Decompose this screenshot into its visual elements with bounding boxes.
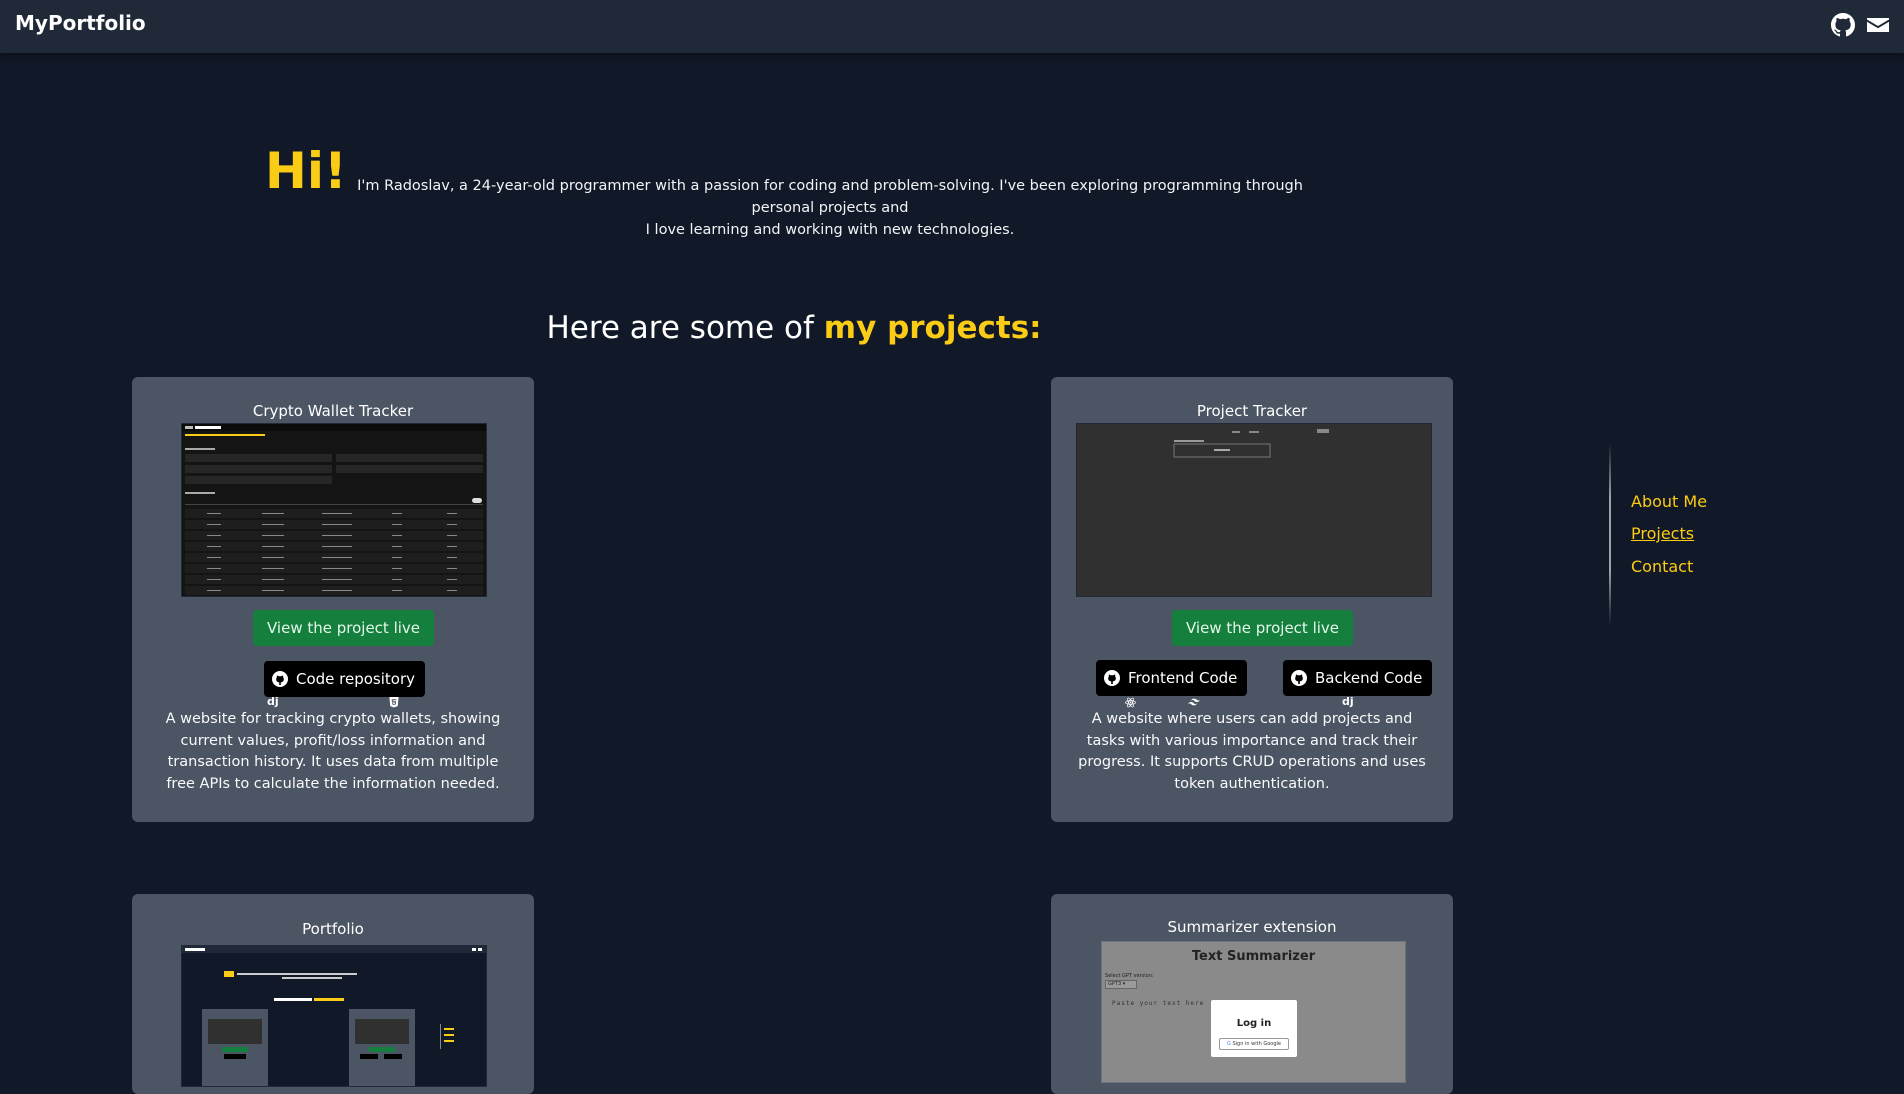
frontend-code-label: Frontend Code: [1128, 669, 1238, 687]
django-icon: dj: [267, 695, 279, 708]
nav-contact[interactable]: Contact: [1631, 557, 1693, 576]
crypto-preview-graphic: [182, 424, 486, 595]
github-icon: [272, 671, 288, 687]
summarizer-preview-heading: Text Summarizer: [1191, 949, 1316, 964]
html5-icon: [389, 697, 399, 708]
intro-text: I'm Radoslav, a 24-year-old programmer w…: [335, 175, 1325, 241]
backend-code-label: Backend Code: [1315, 669, 1423, 687]
project-card-portfolio: Portfolio: [132, 894, 534, 1094]
intro-line-2: I love learning and working with new tec…: [645, 222, 1015, 238]
project-description: A website where users can add projects a…: [1078, 711, 1426, 792]
code-repository-button[interactable]: Code repository: [264, 661, 426, 697]
project-card-crypto-wallet-tracker: Crypto Wallet Tracker View the project l…: [132, 377, 534, 822]
sidenav-divider: [1609, 443, 1611, 625]
login-title: Log in: [1236, 1018, 1272, 1029]
login-dialog: Log in G Sign in with Google: [1211, 1000, 1297, 1057]
github-icon[interactable]: [1831, 13, 1855, 37]
mail-icon[interactable]: [1866, 13, 1890, 37]
top-navbar: MyPortfolio: [0, 0, 1904, 53]
intro-line-1: I'm Radoslav, a 24-year-old programmer w…: [357, 178, 1303, 216]
project-title: Project Tracker: [1196, 402, 1308, 420]
react-icon: [1125, 697, 1136, 708]
google-signin-button: G Sign in with Google: [1219, 1038, 1289, 1050]
code-repository-label: Code repository: [296, 670, 416, 688]
github-icon: [1291, 670, 1307, 686]
summarizer-preview-select: GPT3 ▾: [1105, 980, 1137, 989]
summarizer-preview-select-value: GPT3: [1108, 981, 1122, 987]
project-tracker-preview-graphic: [1173, 429, 1329, 458]
summarizer-preview-select-label: Select GPT version:: [1105, 973, 1154, 979]
nav-projects[interactable]: Projects: [1631, 524, 1694, 543]
frontend-code-button[interactable]: Frontend Code: [1096, 660, 1248, 696]
project-screenshot: [1076, 423, 1432, 597]
portfolio-preview-graphic: [182, 946, 486, 1086]
project-title: Crypto Wallet Tracker: [252, 402, 414, 420]
google-signin-label: Sign in with Google: [1232, 1041, 1281, 1047]
view-live-button[interactable]: View the project live: [253, 610, 435, 646]
tailwind-icon: [1188, 698, 1200, 706]
backend-code-button[interactable]: Backend Code: [1283, 660, 1433, 696]
project-screenshot: [181, 945, 487, 1087]
project-title: Portfolio: [302, 920, 364, 938]
summarizer-preview-textarea: Paste your text here: [1112, 1000, 1205, 1007]
nav-about-me[interactable]: About Me: [1631, 492, 1707, 511]
google-icon: G: [1227, 1041, 1231, 1047]
project-screenshot: [181, 423, 487, 597]
brand-logo[interactable]: MyPortfolio: [15, 11, 146, 35]
projects-heading: Here are some of my projects:: [0, 310, 1588, 346]
project-screenshot: Text Summarizer Select GPT version: GPT3…: [1101, 941, 1406, 1083]
projects-heading-highlight: my projects:: [823, 310, 1042, 346]
github-icon: [1104, 670, 1120, 686]
project-description: A website for tracking crypto wallets, s…: [165, 711, 501, 792]
project-title: Summarizer extension: [1167, 918, 1337, 936]
view-live-button[interactable]: View the project live: [1172, 610, 1354, 646]
project-card-project-tracker: Project Tracker View the project live Fr…: [1051, 377, 1453, 822]
project-card-summarizer-extension: Summarizer extension Text Summarizer Sel…: [1051, 894, 1453, 1094]
projects-heading-prefix: Here are some of: [546, 310, 824, 346]
django-icon: dj: [1342, 695, 1354, 708]
